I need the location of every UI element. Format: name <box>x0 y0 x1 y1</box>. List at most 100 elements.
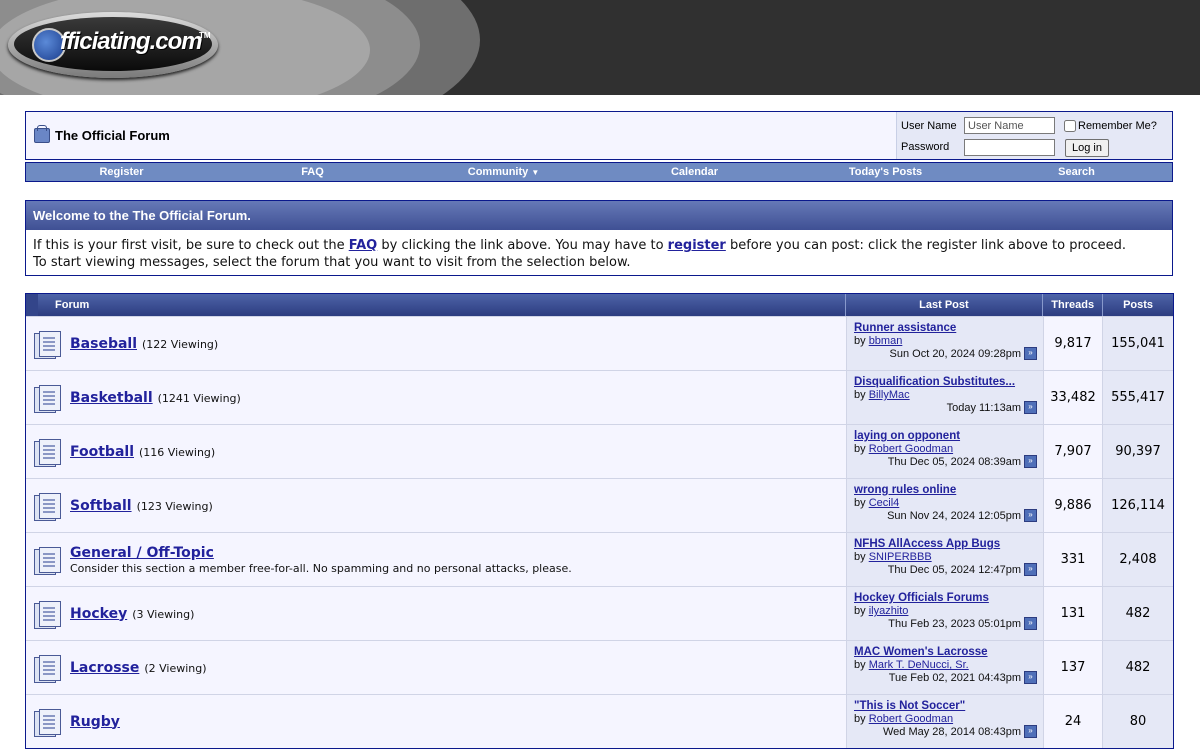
forum-link[interactable]: Basketball <box>70 390 153 406</box>
page-title[interactable]: The Official Forum <box>55 128 170 143</box>
forum-link[interactable]: Football <box>70 444 134 460</box>
forum-viewing-count: (116 Viewing) <box>139 445 216 459</box>
forum-viewing-count: (3 Viewing) <box>132 607 195 621</box>
last-post-thread-link[interactable]: Disqualification Substitutes... <box>854 376 1037 388</box>
posts-count: 2,408 <box>1103 533 1173 586</box>
nav-search-link[interactable]: Search <box>981 163 1172 181</box>
last-post-user-link[interactable]: ilyazhito <box>869 605 909 617</box>
last-post-date-text: Thu Dec 05, 2024 08:39am <box>887 455 1021 468</box>
last-post-cell: laying on opponent by Robert Goodman Thu… <box>847 425 1044 478</box>
threads-count: 24 <box>1044 695 1103 748</box>
last-post-user-link[interactable]: bbman <box>869 335 903 347</box>
last-post-cell: wrong rules online by Cecil4 Sun Nov 24,… <box>847 479 1044 532</box>
last-post-thread-link[interactable]: laying on opponent <box>854 430 1037 442</box>
header-last-post: Last Post <box>846 294 1044 316</box>
last-post-date-text: Thu Dec 05, 2024 12:47pm <box>887 563 1021 576</box>
forum-viewing-count: (2 Viewing) <box>144 661 207 675</box>
header-forum: Forum <box>26 294 846 316</box>
last-post-author: by Robert Goodman <box>854 443 1037 455</box>
remember-me[interactable]: Remember Me? <box>1064 120 1157 132</box>
table-row: Basketball (1241 Viewing) Disqualificati… <box>26 370 1173 424</box>
forum-status-icon <box>34 384 61 413</box>
welcome-text: If this is your first visit, be sure to … <box>33 238 349 253</box>
posts-count: 155,041 <box>1103 317 1173 370</box>
forum-status-icon <box>34 330 61 359</box>
site-logo-text[interactable]: fficiating.com <box>60 28 203 56</box>
remember-me-label: Remember Me? <box>1078 120 1157 132</box>
forum-home-icon[interactable] <box>34 125 50 143</box>
username-input[interactable] <box>964 117 1055 134</box>
go-to-last-post-icon[interactable]: » <box>1024 671 1037 684</box>
nav-calendar-link[interactable]: Calendar <box>599 163 790 181</box>
last-post-date-text: Sun Oct 20, 2024 09:28pm <box>889 347 1021 360</box>
go-to-last-post-icon[interactable]: » <box>1024 563 1037 576</box>
forum-link[interactable]: Rugby <box>70 714 120 730</box>
nav-todays-posts-link[interactable]: Today's Posts <box>790 163 981 181</box>
last-post-user-link[interactable]: Cecil4 <box>869 497 900 509</box>
last-post-user-link[interactable]: BillyMac <box>869 389 910 401</box>
table-row: Baseball (122 Viewing) Runner assistance… <box>26 316 1173 370</box>
last-post-user-link[interactable]: Mark T. DeNucci, Sr. <box>869 659 969 671</box>
forum-link[interactable]: Lacrosse <box>70 660 139 676</box>
register-link[interactable]: register <box>668 238 726 253</box>
posts-count: 80 <box>1103 695 1173 748</box>
last-post-user-link[interactable]: Robert Goodman <box>869 443 953 455</box>
last-post-author: by Mark T. DeNucci, Sr. <box>854 659 1037 671</box>
last-post-thread-link[interactable]: wrong rules online <box>854 484 1037 496</box>
forum-description: Consider this section a member free-for-… <box>70 561 572 575</box>
posts-count: 482 <box>1103 641 1173 694</box>
go-to-last-post-icon[interactable]: » <box>1024 617 1037 630</box>
go-to-last-post-icon[interactable]: » <box>1024 347 1037 360</box>
last-post-thread-link[interactable]: MAC Women's Lacrosse <box>854 646 1037 658</box>
posts-count: 482 <box>1103 587 1173 640</box>
threads-count: 7,907 <box>1044 425 1103 478</box>
forum-list-table: Forum Last Post Threads Posts Baseball (… <box>25 293 1174 749</box>
forum-link[interactable]: General / Off-Topic <box>70 545 214 561</box>
forum-info: Football (116 Viewing) <box>70 444 215 460</box>
forum-cell: Basketball (1241 Viewing) <box>26 371 847 424</box>
forum-link[interactable]: Baseball <box>70 336 137 352</box>
last-post-date: Thu Feb 23, 2023 05:01pm» <box>854 617 1037 630</box>
last-post-author: by ilyazhito <box>854 605 1037 617</box>
login-button[interactable]: Log in <box>1065 139 1109 157</box>
by-label: by <box>854 605 866 617</box>
forum-status-icon <box>34 438 61 467</box>
by-label: by <box>854 497 866 509</box>
last-post-date-text: Sun Nov 24, 2024 12:05pm <box>887 509 1021 522</box>
go-to-last-post-icon[interactable]: » <box>1024 509 1037 522</box>
remember-me-checkbox[interactable] <box>1064 120 1076 132</box>
forum-link[interactable]: Hockey <box>70 606 127 622</box>
last-post-thread-link[interactable]: Hockey Officials Forums <box>854 592 1037 604</box>
last-post-thread-link[interactable]: Runner assistance <box>854 322 1037 334</box>
forum-info: Softball (123 Viewing) <box>70 498 213 514</box>
last-post-date: Today 11:13am» <box>854 401 1037 414</box>
posts-count: 90,397 <box>1103 425 1173 478</box>
forum-viewing-count: (1241 Viewing) <box>157 391 241 405</box>
last-post-user-link[interactable]: SNIPERBBB <box>869 551 932 563</box>
password-input[interactable] <box>964 139 1055 156</box>
last-post-date-text: Today 11:13am <box>946 401 1021 414</box>
by-label: by <box>854 443 866 455</box>
header-posts: Posts <box>1123 299 1154 311</box>
last-post-cell: Runner assistance by bbman Sun Oct 20, 2… <box>847 317 1044 370</box>
forum-link[interactable]: Softball <box>70 498 132 514</box>
table-row: General / Off-Topic Consider this sectio… <box>26 532 1173 586</box>
go-to-last-post-icon[interactable]: » <box>1024 725 1037 738</box>
login-form: User Name Remember Me? Password Log in <box>896 112 1172 159</box>
forum-cell: Football (116 Viewing) <box>26 425 847 478</box>
nav-faq-link[interactable]: FAQ <box>217 163 408 181</box>
forum-info: Lacrosse (2 Viewing) <box>70 660 207 676</box>
last-post-user-link[interactable]: Robert Goodman <box>869 713 953 725</box>
faq-link[interactable]: FAQ <box>349 238 378 253</box>
nav-community-link[interactable]: Community ▼ <box>408 163 599 181</box>
forum-info: Rugby <box>70 714 120 730</box>
nav-register-link[interactable]: Register <box>26 163 217 181</box>
go-to-last-post-icon[interactable]: » <box>1024 455 1037 468</box>
forum-viewing-count: (123 Viewing) <box>136 499 213 513</box>
forum-status-icon <box>34 492 61 521</box>
last-post-thread-link[interactable]: "This is Not Soccer" <box>854 700 1037 712</box>
welcome-message: If this is your first visit, be sure to … <box>26 230 1172 271</box>
threads-count: 137 <box>1044 641 1103 694</box>
go-to-last-post-icon[interactable]: » <box>1024 401 1037 414</box>
last-post-thread-link[interactable]: NFHS AllAccess App Bugs <box>854 538 1037 550</box>
